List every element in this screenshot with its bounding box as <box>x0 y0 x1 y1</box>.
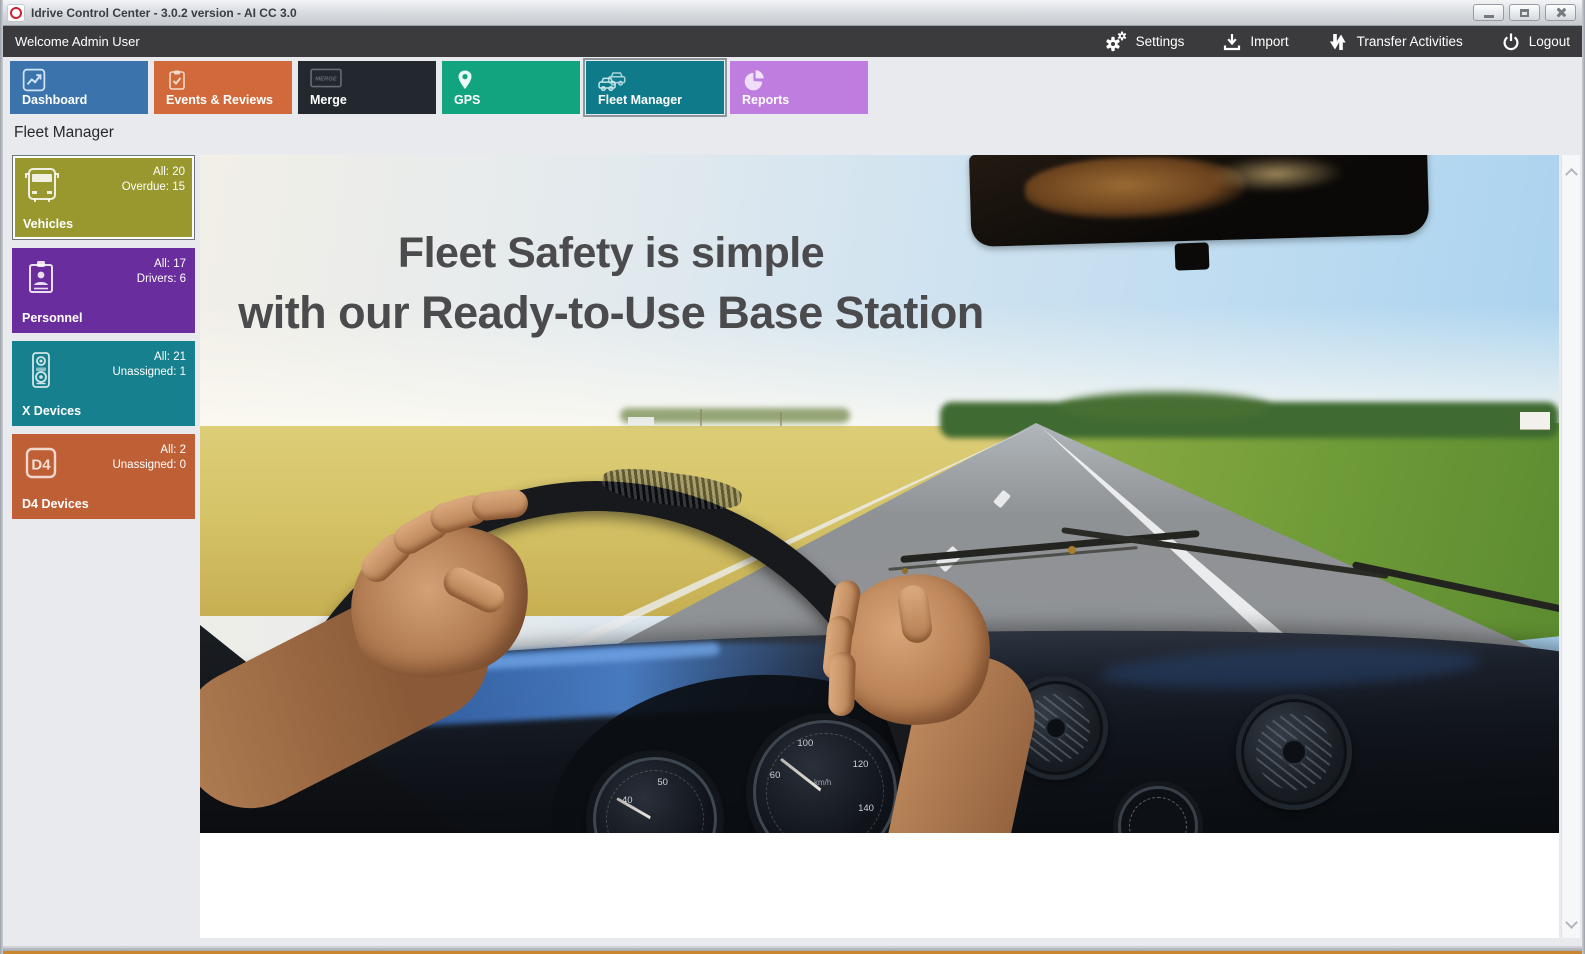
stat-all: All: 17 <box>137 257 186 272</box>
welcome-text: Welcome Admin User <box>15 34 140 49</box>
download-icon <box>1222 32 1242 52</box>
vehicles-stats: All: 20 Overdue: 15 <box>122 165 185 195</box>
gears-icon <box>1104 31 1128 53</box>
maximize-button[interactable] <box>1509 4 1540 21</box>
stat-unassigned: Unassigned: 1 <box>112 365 186 380</box>
x-devices-stats: All: 21 Unassigned: 1 <box>112 350 186 380</box>
d4-device-icon: D4 <box>21 443 61 483</box>
vertical-scrollbar[interactable] <box>1561 155 1580 938</box>
toolbar-actions: Settings Import Transfer Activities Logo… <box>1104 31 1570 53</box>
svg-text:D4: D4 <box>31 457 51 474</box>
tab-bar: Dashboard Events & Reviews MERGE Merge G… <box>10 61 868 114</box>
vehicles-card[interactable]: All: 20 Overdue: 15 Vehicles <box>12 155 195 240</box>
transfer-activities-button[interactable]: Transfer Activities <box>1327 32 1463 52</box>
tab-label: Dashboard <box>22 93 87 107</box>
card-title: Vehicles <box>23 217 73 231</box>
personnel-card[interactable]: All: 17 Drivers: 6 Personnel <box>12 248 195 333</box>
headline-line-2: with our Ready-to-Use Base Station <box>230 287 992 339</box>
maximize-icon <box>1520 9 1529 17</box>
tab-gps[interactable]: GPS <box>442 61 580 114</box>
transfer-activities-label: Transfer Activities <box>1357 34 1463 49</box>
chevron-down-icon <box>1565 916 1578 929</box>
stat-overdue: Overdue: 15 <box>122 180 185 195</box>
tab-label: Fleet Manager <box>598 93 682 107</box>
tab-merge[interactable]: MERGE Merge <box>298 61 436 114</box>
tab-label: Events & Reviews <box>166 93 273 107</box>
logout-button[interactable]: Logout <box>1501 32 1570 52</box>
chevron-up-icon <box>1565 167 1578 180</box>
minimize-button[interactable] <box>1473 4 1504 21</box>
scroll-up-button[interactable] <box>1562 159 1580 183</box>
toolbar: Welcome Admin User Settings Import Trans… <box>0 26 1585 57</box>
stat-drivers: Drivers: 6 <box>137 272 186 287</box>
air-vent <box>1236 694 1352 810</box>
finger <box>828 652 856 717</box>
stat-unassigned: Unassigned: 0 <box>112 458 186 473</box>
stat-all: All: 2 <box>112 443 186 458</box>
mirror-mount <box>1175 242 1210 270</box>
window-left-border <box>0 0 3 954</box>
minimize-icon <box>1484 15 1494 18</box>
close-button[interactable] <box>1545 4 1576 21</box>
building-right <box>1520 412 1550 429</box>
app-window: Idrive Control Center - 3.0.2 version - … <box>0 0 1585 954</box>
wiper-joint <box>902 568 908 574</box>
tree-clump <box>1060 392 1270 422</box>
logout-label: Logout <box>1529 34 1570 49</box>
settings-label: Settings <box>1136 34 1185 49</box>
headline-line-1: Fleet Safety is simple <box>230 229 992 278</box>
import-label: Import <box>1250 34 1288 49</box>
app-logo-icon <box>8 5 24 21</box>
titlebar[interactable]: Idrive Control Center - 3.0.2 version - … <box>0 0 1585 26</box>
utility-pole <box>780 412 782 426</box>
card-title: D4 Devices <box>22 497 89 511</box>
svg-text:MERGE: MERGE <box>315 77 338 83</box>
power-icon <box>1501 32 1521 52</box>
bus-icon <box>22 165 62 205</box>
tab-label: Reports <box>742 93 789 107</box>
utility-pole <box>700 409 702 426</box>
settings-button[interactable]: Settings <box>1104 31 1185 53</box>
x-devices-card[interactable]: All: 21 Unassigned: 1 X Devices <box>12 341 195 426</box>
tree-line-left <box>620 408 850 423</box>
mirror-reflection <box>1207 155 1345 194</box>
rearview-mirror <box>969 155 1429 247</box>
clipboard-check-icon <box>166 68 192 92</box>
pie-chart-icon <box>742 68 768 92</box>
dashcam-device-icon <box>21 350 61 390</box>
card-title: X Devices <box>22 404 81 418</box>
mirror-reflection <box>1024 155 1245 222</box>
close-icon <box>1555 7 1566 18</box>
bottom-strip <box>0 938 1585 946</box>
d4-devices-card[interactable]: D4 All: 2 Unassigned: 0 D4 Devices <box>12 434 195 519</box>
id-badge-icon <box>21 257 61 297</box>
building-left <box>628 417 654 425</box>
card-title: Personnel <box>22 311 82 325</box>
map-pin-icon <box>454 68 480 92</box>
fleet-cars-icon <box>598 68 624 92</box>
main-panel: Fleet Safety is simple with our Ready-to… <box>200 155 1559 938</box>
tab-fleet-manager[interactable]: Fleet Manager <box>586 61 724 114</box>
scroll-down-button[interactable] <box>1562 910 1580 934</box>
hero-headline: Fleet Safety is simple with our Ready-to… <box>230 229 992 339</box>
page-title: Fleet Manager <box>14 124 114 142</box>
hero-banner: Fleet Safety is simple with our Ready-to… <box>200 155 1559 833</box>
tab-dashboard[interactable]: Dashboard <box>10 61 148 114</box>
window-title: Idrive Control Center - 3.0.2 version - … <box>31 6 297 20</box>
window-controls <box>1473 4 1576 21</box>
tab-events-reviews[interactable]: Events & Reviews <box>154 61 292 114</box>
tab-reports[interactable]: Reports <box>730 61 868 114</box>
transfer-arrows-icon <box>1327 32 1349 52</box>
merge-icon: MERGE <box>310 68 336 92</box>
tab-label: GPS <box>454 93 480 107</box>
stat-all: All: 20 <box>122 165 185 180</box>
personnel-stats: All: 17 Drivers: 6 <box>137 257 186 287</box>
import-button[interactable]: Import <box>1222 32 1288 52</box>
d4-devices-stats: All: 2 Unassigned: 0 <box>112 443 186 473</box>
stat-all: All: 21 <box>112 350 186 365</box>
line-chart-icon <box>22 68 48 92</box>
tab-label: Merge <box>310 93 347 107</box>
